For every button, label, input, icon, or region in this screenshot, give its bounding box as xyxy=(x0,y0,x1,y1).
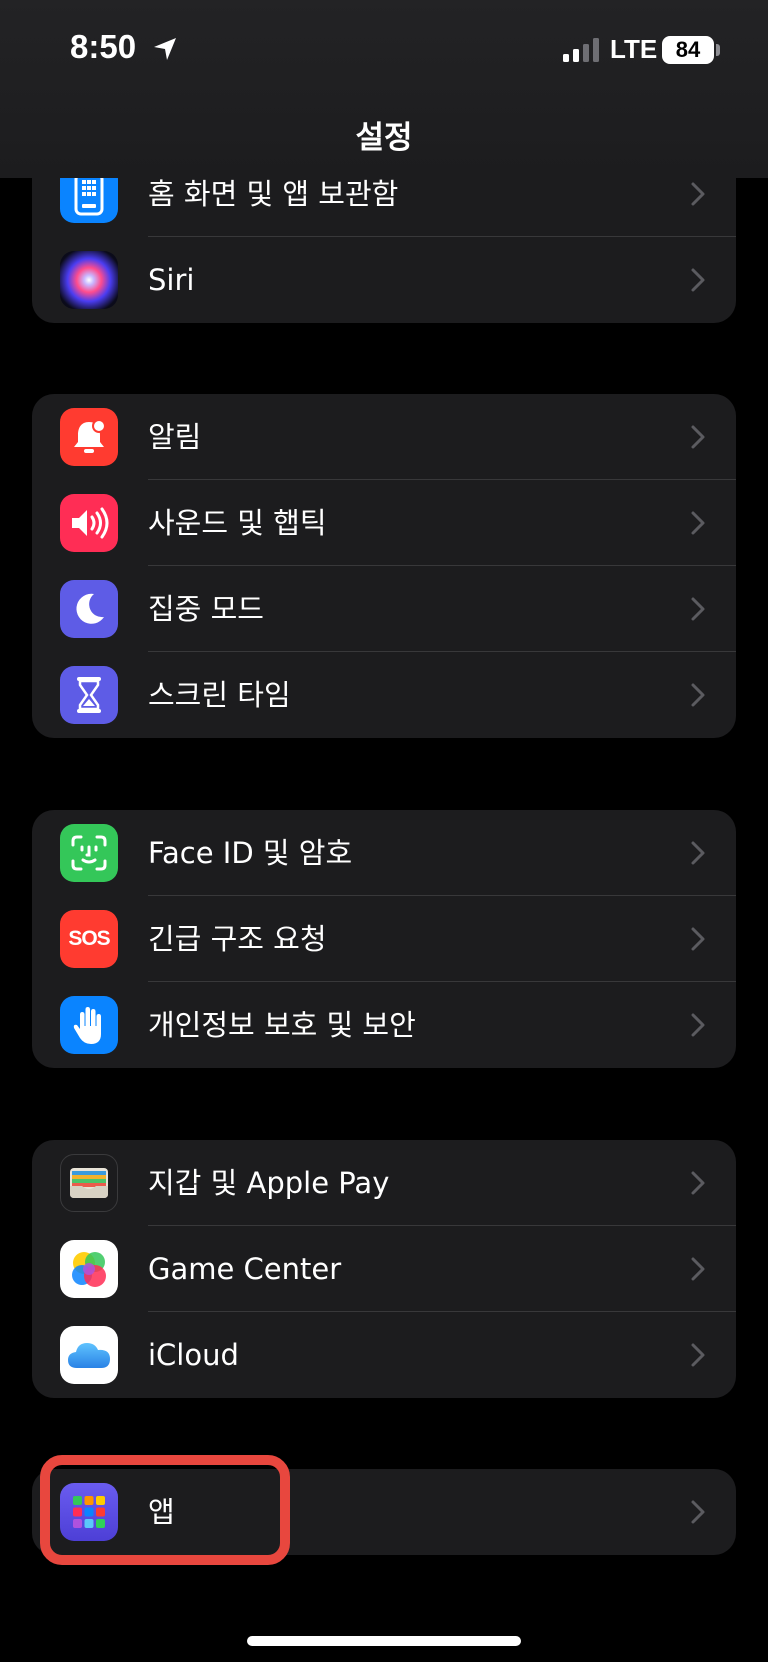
settings-item-label: iCloud xyxy=(148,1338,239,1372)
settings-item-focus[interactable]: 집중 모드 xyxy=(32,566,736,652)
chevron-right-icon xyxy=(691,683,705,707)
home-indicator[interactable] xyxy=(247,1636,521,1646)
icloud-icon xyxy=(60,1326,118,1384)
settings-item-icloud[interactable]: iCloud xyxy=(32,1312,736,1398)
chevron-right-icon xyxy=(691,597,705,621)
settings-item-label: Siri xyxy=(148,263,195,297)
chevron-right-icon xyxy=(691,841,705,865)
settings-group-accounts: 지갑 및 Apple Pay Game Center iCloud xyxy=(32,1140,736,1398)
chevron-right-icon xyxy=(691,268,705,292)
settings-item-label: 긴급 구조 요청 xyxy=(148,922,327,956)
navigation-header: 8:50 LTE 84 설정 xyxy=(0,0,768,178)
settings-item-sound-haptics[interactable]: 사운드 및 햅틱 xyxy=(32,480,736,566)
chevron-right-icon xyxy=(691,182,705,206)
bell-icon xyxy=(60,408,118,466)
chevron-right-icon xyxy=(691,1257,705,1281)
settings-item-game-center[interactable]: Game Center xyxy=(32,1226,736,1312)
settings-item-wallet[interactable]: 지갑 및 Apple Pay xyxy=(32,1140,736,1226)
page-title: 설정 xyxy=(355,120,413,156)
chevron-right-icon xyxy=(691,425,705,449)
settings-item-label: 사운드 및 햅틱 xyxy=(148,506,327,540)
settings-item-screen-time[interactable]: 스크린 타임 xyxy=(32,652,736,738)
settings-item-emergency-sos[interactable]: SOS 긴급 구조 요청 xyxy=(32,896,736,982)
chevron-right-icon xyxy=(691,1013,705,1037)
settings-item-notifications[interactable]: 알림 xyxy=(32,394,736,480)
location-arrow-icon xyxy=(154,38,176,60)
highlight-box xyxy=(40,1455,290,1565)
moon-icon xyxy=(60,580,118,638)
settings-item-label: Game Center xyxy=(148,1252,342,1286)
settings-group-security: Face ID 및 암호 SOS 긴급 구조 요청 개인정보 보호 및 보안 xyxy=(32,810,736,1068)
chevron-right-icon xyxy=(691,1343,705,1367)
speaker-icon xyxy=(60,494,118,552)
sos-icon: SOS xyxy=(60,910,118,968)
settings-item-siri[interactable]: Siri xyxy=(32,237,736,323)
siri-icon xyxy=(60,251,118,309)
game-center-icon xyxy=(60,1240,118,1298)
sos-badge-text: SOS xyxy=(68,927,110,950)
settings-item-privacy-security[interactable]: 개인정보 보호 및 보안 xyxy=(32,982,736,1068)
hand-icon xyxy=(60,996,118,1054)
face-id-icon xyxy=(60,824,118,882)
battery-level: 84 xyxy=(675,37,701,62)
hourglass-icon xyxy=(60,666,118,724)
settings-item-label: 알림 xyxy=(148,420,202,454)
status-time: 8:50 xyxy=(70,28,137,65)
chevron-right-icon xyxy=(691,1500,705,1524)
chevron-right-icon xyxy=(691,511,705,535)
settings-item-label: 스크린 타임 xyxy=(148,678,291,712)
settings-group-notifications: 알림 사운드 및 햅틱 집중 모드 스크린 타임 xyxy=(32,394,736,738)
settings-item-label: 집중 모드 xyxy=(148,592,264,626)
battery-icon: 84 xyxy=(662,36,714,64)
chevron-right-icon xyxy=(691,927,705,951)
network-type: LTE xyxy=(610,34,658,64)
battery-nub xyxy=(716,44,720,56)
wallet-icon xyxy=(60,1154,118,1212)
settings-item-label: 지갑 및 Apple Pay xyxy=(148,1166,390,1200)
chevron-right-icon xyxy=(691,1171,705,1195)
settings-item-label: 개인정보 보호 및 보안 xyxy=(148,1008,416,1042)
settings-list[interactable]: 홈 화면 및 앱 보관함 Siri 알림 사운드 및 햅틱 집중 모드 스크린 … xyxy=(0,0,768,1662)
settings-item-label: Face ID 및 암호 xyxy=(148,836,353,870)
settings-item-face-id[interactable]: Face ID 및 암호 xyxy=(32,810,736,896)
cellular-signal-icon xyxy=(563,38,599,62)
